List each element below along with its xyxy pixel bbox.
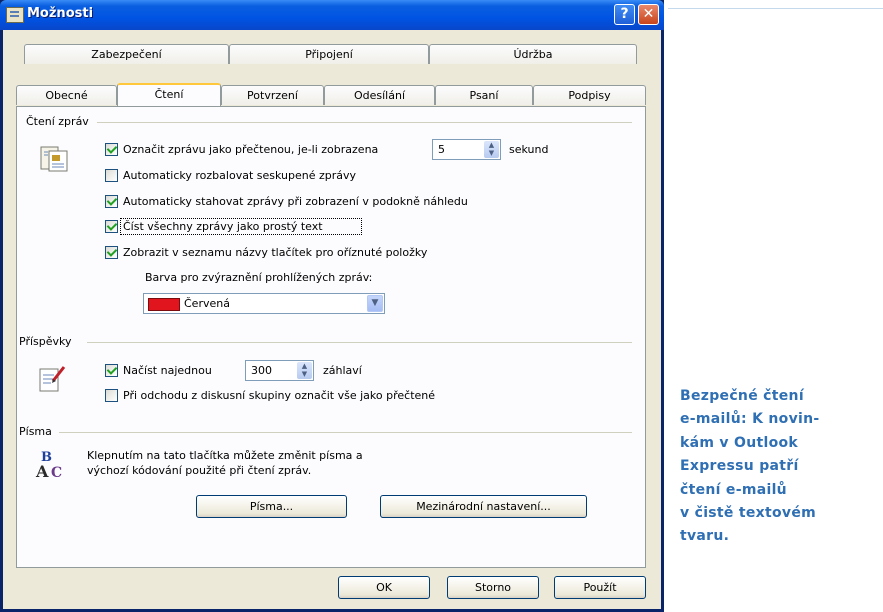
spinner-arrows-icon[interactable]: ▲ ▼ bbox=[484, 141, 499, 158]
fetch-count-value: 300 bbox=[251, 364, 272, 377]
tab-send[interactable]: Odesílání bbox=[324, 85, 435, 105]
news-post-icon bbox=[39, 366, 66, 392]
highlight-color-value: Červená bbox=[184, 297, 230, 310]
fetch-headers-checkbox[interactable] bbox=[105, 364, 118, 377]
fonts-group-label: Písma bbox=[19, 425, 52, 438]
dialog-icon bbox=[6, 7, 24, 23]
mark-read-label: Označit zprávu jako přečtenou, je-li zob… bbox=[123, 143, 379, 156]
svg-text:A: A bbox=[35, 462, 49, 481]
messages-icon bbox=[40, 146, 68, 172]
fetch-headers-label: Načíst najednou bbox=[123, 364, 212, 377]
caption-line: Bezpečné čtení bbox=[680, 388, 804, 404]
caption-line: v čistě textovém bbox=[680, 505, 817, 522]
news-group-label: Příspěvky bbox=[19, 335, 72, 348]
apply-button[interactable]: Použít bbox=[554, 576, 646, 599]
mark-all-read-label: Při odchodu z diskusní skupiny označit v… bbox=[123, 389, 436, 402]
fonts-button[interactable]: Písma... bbox=[196, 495, 347, 518]
highlight-color-dropdown[interactable]: Červená ▼ bbox=[143, 293, 385, 314]
title-bar[interactable]: Možnosti ? ✕ bbox=[0, 0, 664, 30]
svg-text:C: C bbox=[51, 465, 62, 481]
tab-compose[interactable]: Psaní bbox=[435, 85, 533, 105]
seconds-value: 5 bbox=[438, 143, 445, 156]
fetch-count-spinner[interactable]: 300 ▲ ▼ bbox=[245, 360, 314, 381]
color-swatch bbox=[148, 298, 180, 311]
seconds-label: sekund bbox=[509, 143, 549, 156]
fonts-description-line1: Klepnutím na tato tlačítka můžete změnit… bbox=[87, 449, 363, 462]
tab-maintenance[interactable]: Údržba bbox=[429, 44, 637, 64]
plain-text-checkbox[interactable] bbox=[105, 220, 118, 233]
tab-read[interactable]: Čtení bbox=[117, 83, 221, 106]
tab-connection[interactable]: Připojení bbox=[229, 44, 429, 64]
top-rule bbox=[668, 8, 883, 9]
figure-caption: Bezpečné čtení e-mailů: K novin- kám v O… bbox=[680, 385, 880, 549]
expand-threads-label: Automaticky rozbalovat seskupené zprávy bbox=[123, 169, 357, 182]
cancel-button[interactable]: Storno bbox=[447, 576, 539, 599]
reading-group-label: Čtení zpráv bbox=[26, 115, 89, 128]
highlight-color-label: Barva pro zvýraznění prohlížených zpráv: bbox=[145, 271, 373, 284]
tab-general[interactable]: Obecné bbox=[16, 85, 117, 105]
tab-signatures[interactable]: Podpisy bbox=[533, 85, 646, 105]
fonts-description-line2: výchozí kódování použité při čtení zpráv… bbox=[87, 464, 312, 477]
caption-line: tvaru. bbox=[680, 528, 730, 545]
caption-line: Expressu patří bbox=[680, 458, 799, 475]
fonts-group-line bbox=[59, 432, 632, 433]
dialog-client: Zabezpečení Připojení Údržba Obecné Čten… bbox=[3, 30, 661, 609]
dialog-title: Možnosti bbox=[27, 6, 94, 21]
spinner-arrows-icon[interactable]: ▲ ▼ bbox=[297, 362, 312, 379]
auto-download-label: Automaticky stahovat zprávy při zobrazen… bbox=[123, 195, 468, 208]
reading-group-line bbox=[97, 122, 632, 123]
mark-read-checkbox[interactable] bbox=[105, 143, 118, 156]
read-tab-panel: Čtení zpráv Označit zprávu jako přečteno… bbox=[16, 106, 646, 568]
caption-line: čtení e-mailů bbox=[680, 481, 787, 498]
options-dialog: Možnosti ? ✕ Zabezpečení Připojení Údržb… bbox=[0, 0, 664, 612]
auto-download-checkbox[interactable] bbox=[105, 195, 118, 208]
expand-threads-checkbox[interactable] bbox=[105, 169, 118, 182]
tooltips-checkbox[interactable] bbox=[105, 246, 118, 259]
caption-line: kám v Outlook bbox=[680, 434, 799, 451]
ok-button[interactable]: OK bbox=[338, 576, 430, 599]
tab-receipts[interactable]: Potvrzení bbox=[221, 85, 324, 105]
plain-text-label: Číst všechny zprávy jako prostý text bbox=[123, 220, 323, 233]
headers-label: záhlaví bbox=[323, 364, 362, 377]
mark-read-seconds-spinner[interactable]: 5 ▲ ▼ bbox=[432, 139, 501, 160]
caption-line: e-mailů: K novin- bbox=[680, 411, 820, 428]
help-button[interactable]: ? bbox=[614, 4, 635, 25]
mark-all-read-checkbox[interactable] bbox=[105, 389, 118, 402]
tooltips-label: Zobrazit v seznamu názvy tlačítek pro oř… bbox=[123, 246, 428, 259]
news-group-line bbox=[87, 342, 632, 343]
international-settings-button[interactable]: Mezinárodní nastavení... bbox=[380, 495, 587, 518]
chevron-down-icon[interactable]: ▼ bbox=[367, 295, 383, 312]
tab-security[interactable]: Zabezpečení bbox=[24, 44, 229, 64]
fonts-icon: B A C bbox=[35, 450, 62, 481]
close-button[interactable]: ✕ bbox=[638, 4, 659, 25]
